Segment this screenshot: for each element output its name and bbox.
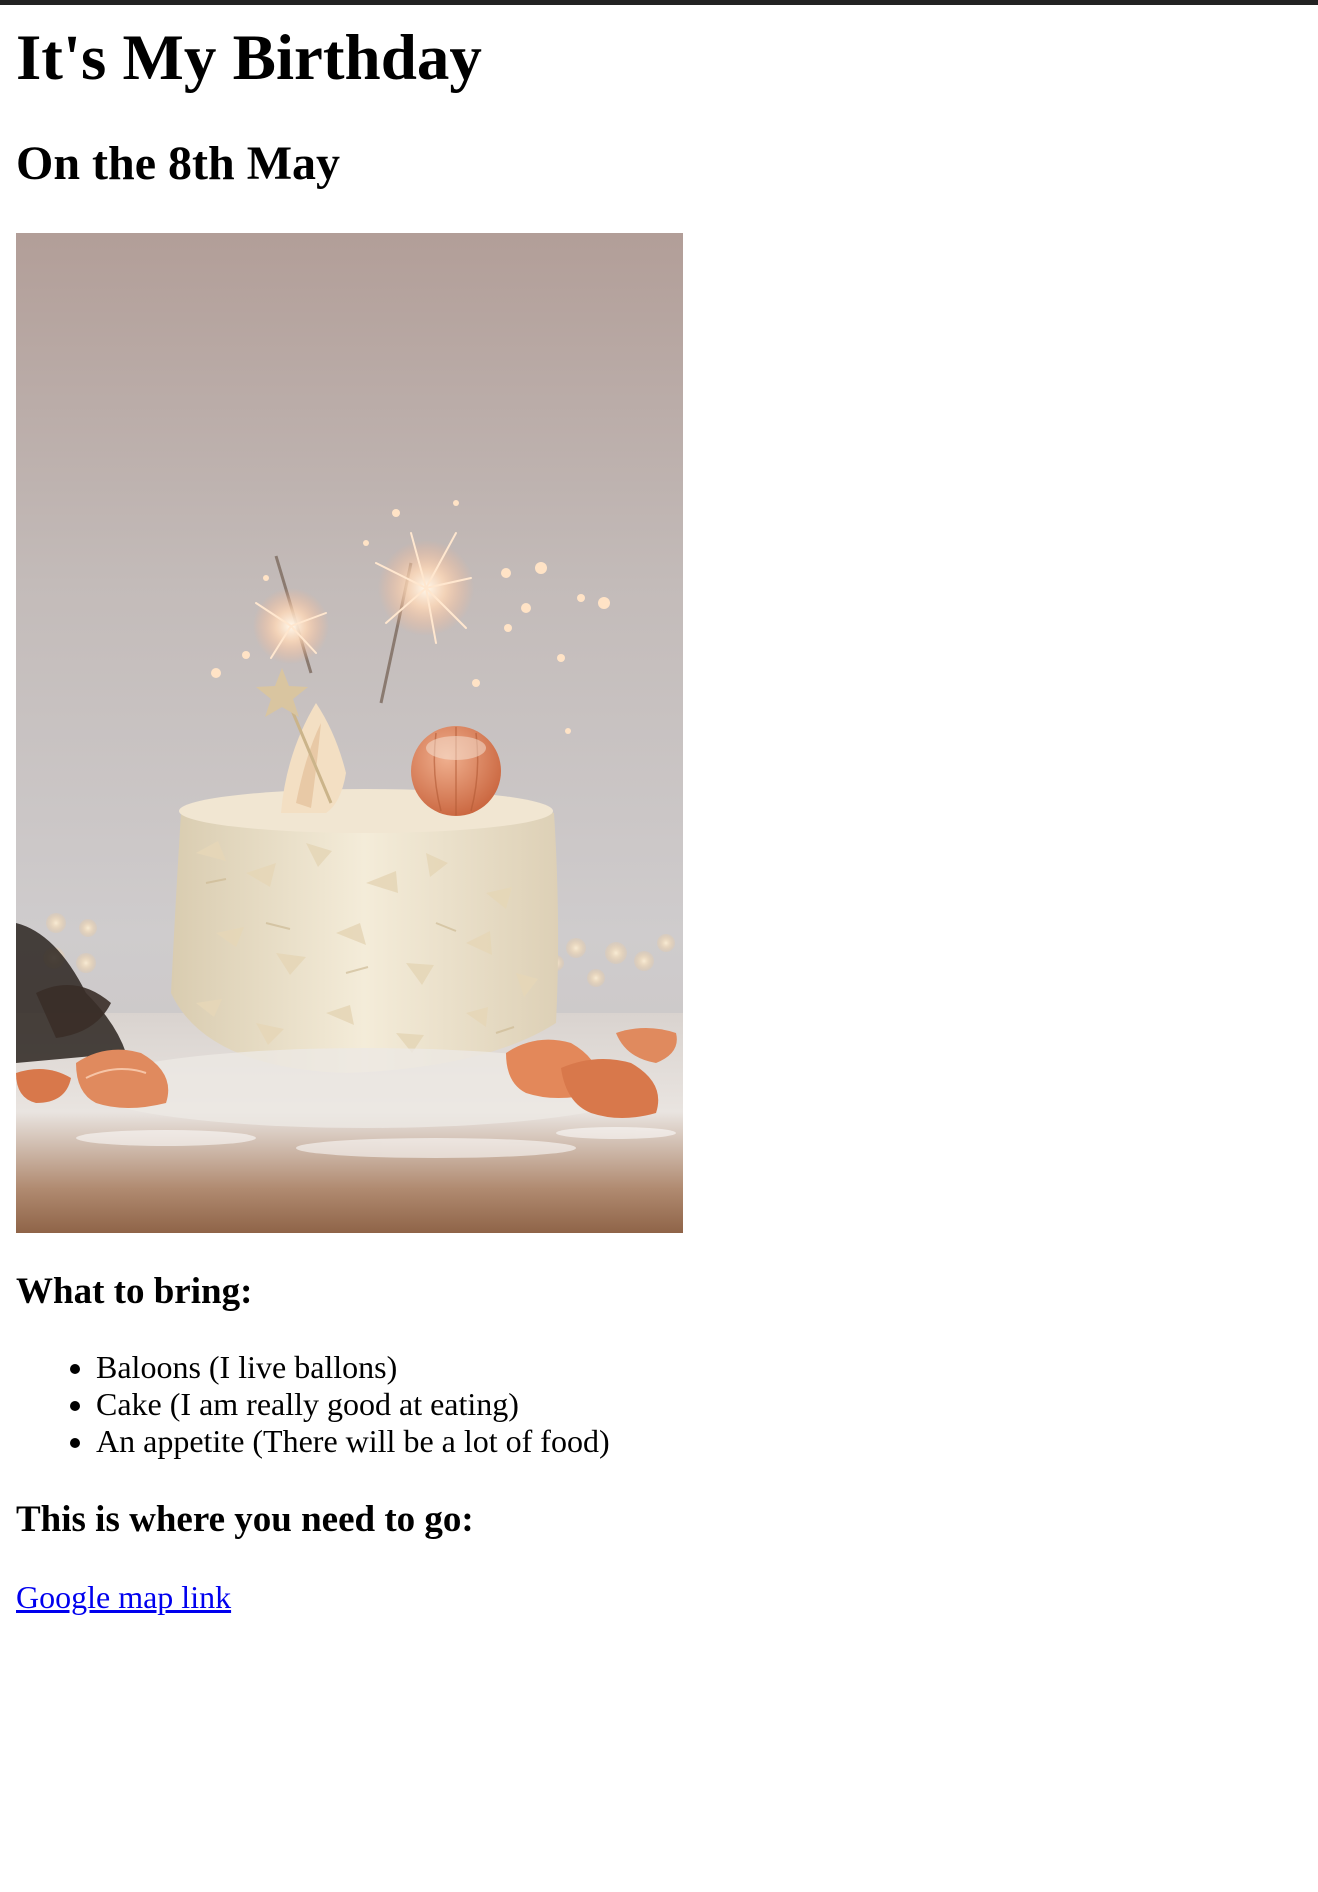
page-subtitle: On the 8th May (16, 137, 340, 190)
top-border (0, 0, 1318, 5)
list-item: An appetite (There will be a lot of food… (96, 1423, 610, 1460)
list-item: Cake (I am really good at eating) (96, 1386, 610, 1423)
list-item: Baloons (I live ballons) (96, 1349, 610, 1386)
birthday-cake-image (16, 233, 683, 1233)
google-map-link[interactable]: Google map link (16, 1577, 231, 1617)
what-to-bring-heading: What to bring: (16, 1271, 253, 1312)
bring-list: Baloons (I live ballons) Cake (I am real… (16, 1349, 610, 1460)
page-title: It's My Birthday (16, 22, 482, 94)
directions-heading: This is where you need to go: (16, 1499, 474, 1540)
